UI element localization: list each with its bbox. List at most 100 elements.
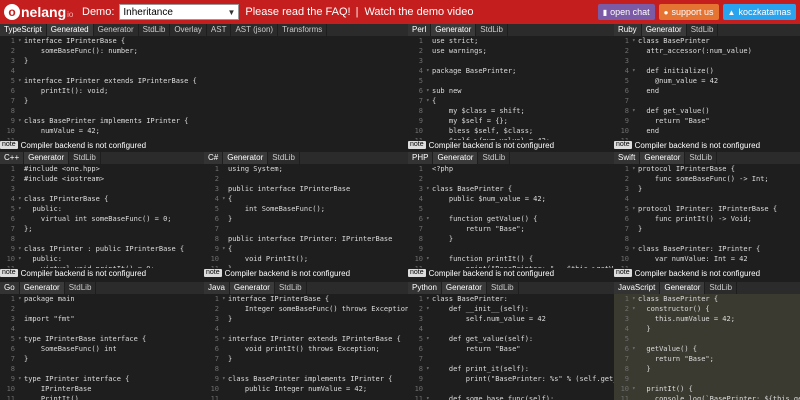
code-line: 5 ▾ type IPrinterBase interface {: [0, 334, 204, 344]
support-us-button[interactable]: ● support us: [658, 4, 719, 20]
tab-python[interactable]: Python: [408, 282, 442, 294]
tab-generator[interactable]: Generator: [24, 152, 70, 164]
tab-generator[interactable]: Generator: [19, 282, 65, 294]
tab-generator[interactable]: Generator: [441, 282, 487, 294]
code-editor[interactable]: 1 #include <one.hpp> 2 #include <iostream> 3…: [0, 164, 204, 268]
code-line: 1 ▾ class BasePrinter: [614, 36, 800, 46]
tab-stdlib[interactable]: StdLib: [705, 282, 738, 294]
video-link[interactable]: Watch the demo video: [364, 6, 473, 18]
code-text: {: [228, 195, 233, 203]
line-number: 9: [418, 245, 423, 253]
tab-generator[interactable]: Generator: [93, 24, 139, 36]
code-line: 8 my $class = shift;: [408, 106, 614, 116]
tab-ast[interactable]: AST: [206, 24, 232, 36]
code-text: @num_value = 42: [638, 77, 719, 85]
tab-stdlib[interactable]: StdLib: [478, 152, 511, 164]
code-line: 9 print("BasePrinter: %s" % (self.get_va…: [408, 374, 614, 384]
code-editor[interactable]: 1 ▾ interface IPrinterBase {2 Integer some…: [204, 294, 408, 400]
tab-stdlib[interactable]: StdLib: [476, 24, 508, 36]
tab-generator[interactable]: Generator: [660, 282, 706, 294]
tab-go[interactable]: Go: [0, 282, 20, 294]
code-text: class BasePrinter implements IPrinter {: [24, 117, 189, 125]
tab-java[interactable]: Java: [204, 282, 230, 294]
tab-php[interactable]: PHP: [408, 152, 434, 164]
code-editor[interactable]: 1 ▾ class BasePrinter: 2 ▾ def __init__(self…: [408, 294, 614, 400]
tab-transforms[interactable]: Transforms: [278, 24, 328, 36]
code-line: 6 SomeBaseFunc() int: [0, 344, 204, 354]
tab-stdlib[interactable]: StdLib: [686, 24, 719, 36]
code-editor[interactable]: 1 ▾ package main 2 3 import "fmt" 4 5 ▾ type IPri…: [0, 294, 204, 400]
editor-pane-typescript: TypeScript Generated Generator StdLib Overla…: [0, 24, 408, 150]
code-text: print("BasePrinter: %s" % (self.get_valu…: [465, 375, 614, 383]
line-number: 4: [214, 325, 219, 333]
code-line: 9 ▾ class BasePrinter implements IPrinter …: [204, 374, 408, 384]
line-number: 8: [10, 235, 15, 243]
code-text: def print_it(self):: [432, 365, 529, 373]
code-text: return "Base": [638, 117, 710, 125]
tab-stdlib[interactable]: StdLib: [486, 282, 519, 294]
tab-generator[interactable]: Generator: [229, 282, 275, 294]
tab-stdlib[interactable]: StdLib: [138, 24, 171, 36]
faq-link[interactable]: Please read the FAQ!: [245, 6, 350, 18]
code-editor[interactable]: 1 ▾ class BasePrinter {2 ▾ constructor() {3…: [614, 294, 800, 400]
line-number: 5: [10, 77, 15, 85]
code-line: 10: [408, 384, 614, 394]
tab-typescript[interactable]: TypeScript: [0, 24, 47, 36]
tab-ruby[interactable]: Ruby: [614, 24, 642, 36]
line-number: 6: [10, 215, 15, 223]
tab-stdlib[interactable]: StdLib: [69, 152, 101, 164]
code-editor[interactable]: 1 using System; 2 3 public interface IPrinte…: [204, 164, 408, 268]
code-text: numValue = 42;: [24, 127, 100, 135]
line-number: 2: [10, 305, 15, 313]
code-line: 3: [614, 56, 800, 66]
tab-overlay[interactable]: Overlay: [170, 24, 207, 36]
tab-generator[interactable]: Generator: [640, 152, 686, 164]
line-number: 10: [210, 255, 219, 263]
twitter-button[interactable]: ▲ koczkatamas: [722, 4, 796, 20]
open-chat-button[interactable]: ▮ open chat: [597, 4, 655, 20]
code-editor[interactable]: 1 <?php 2 3 ▾ class BasePrinter {4 public $nu…: [408, 164, 614, 268]
line-number: 8: [624, 365, 629, 373]
logo[interactable]: o nelang io: [4, 4, 78, 20]
top-bar: o nelang io Demo: Inheritance ▼ Please r…: [0, 0, 800, 24]
tab-c#[interactable]: C#: [204, 152, 224, 164]
line-number: 11: [620, 395, 629, 400]
tab-stdlib[interactable]: StdLib: [685, 152, 718, 164]
code-text: type IPrinter interface {: [24, 375, 130, 383]
tab-ast-json-[interactable]: AST (json): [231, 24, 279, 36]
demo-select[interactable]: Inheritance ▼: [119, 4, 240, 20]
tab-bar: TypeScript Generated Generator StdLib Overla…: [0, 24, 408, 36]
code-editor[interactable]: 1 ▾ protocol IPrinterBase {2 func someBase…: [614, 164, 800, 268]
code-line: 3 this.numValue = 42;: [614, 314, 800, 324]
tab-javascript[interactable]: JavaScript: [614, 282, 661, 294]
tab-generator[interactable]: Generator: [641, 24, 687, 36]
tab-generator[interactable]: Generator: [223, 152, 269, 164]
code-editor[interactable]: 1 ▾ class BasePrinter 2 attr_accessor(:num_…: [614, 36, 800, 140]
line-number: 8: [418, 365, 423, 373]
line-number: 2: [418, 47, 423, 55]
line-number: 10: [414, 127, 423, 135]
code-line: 2 func someBaseFunc() -> Int;: [614, 174, 800, 184]
tab-generator[interactable]: Generator: [433, 152, 479, 164]
code-editor[interactable]: 1 use strict; 2 use warnings; 3 4 ▾ package Bas…: [408, 36, 614, 140]
line-number: 10: [620, 127, 629, 135]
line-number: 9: [418, 117, 423, 125]
tab-generated[interactable]: Generated: [46, 24, 94, 36]
tab-c++[interactable]: C++: [0, 152, 25, 164]
code-text: func someBaseFunc() -> Int;: [638, 175, 769, 183]
code-editor[interactable]: 1 ▾ interface IPrinterBase {2 someBaseFunc…: [0, 36, 408, 140]
tab-stdlib[interactable]: StdLib: [268, 152, 300, 164]
tab-stdlib[interactable]: StdLib: [274, 282, 307, 294]
tab-perl[interactable]: Perl: [408, 24, 432, 36]
code-line: 10 end: [614, 126, 800, 136]
tab-swift[interactable]: Swift: [614, 152, 641, 164]
tab-generator[interactable]: Generator: [431, 24, 477, 36]
tab-bar: C++ Generator StdLib: [0, 152, 204, 164]
tab-stdlib[interactable]: StdLib: [64, 282, 97, 294]
code-line: 9 ▾ type IPrinter interface {: [0, 374, 204, 384]
code-text: }: [24, 355, 29, 363]
line-number: 2: [214, 305, 219, 313]
compiler-status: note Compiler backend is not configured: [614, 140, 800, 150]
